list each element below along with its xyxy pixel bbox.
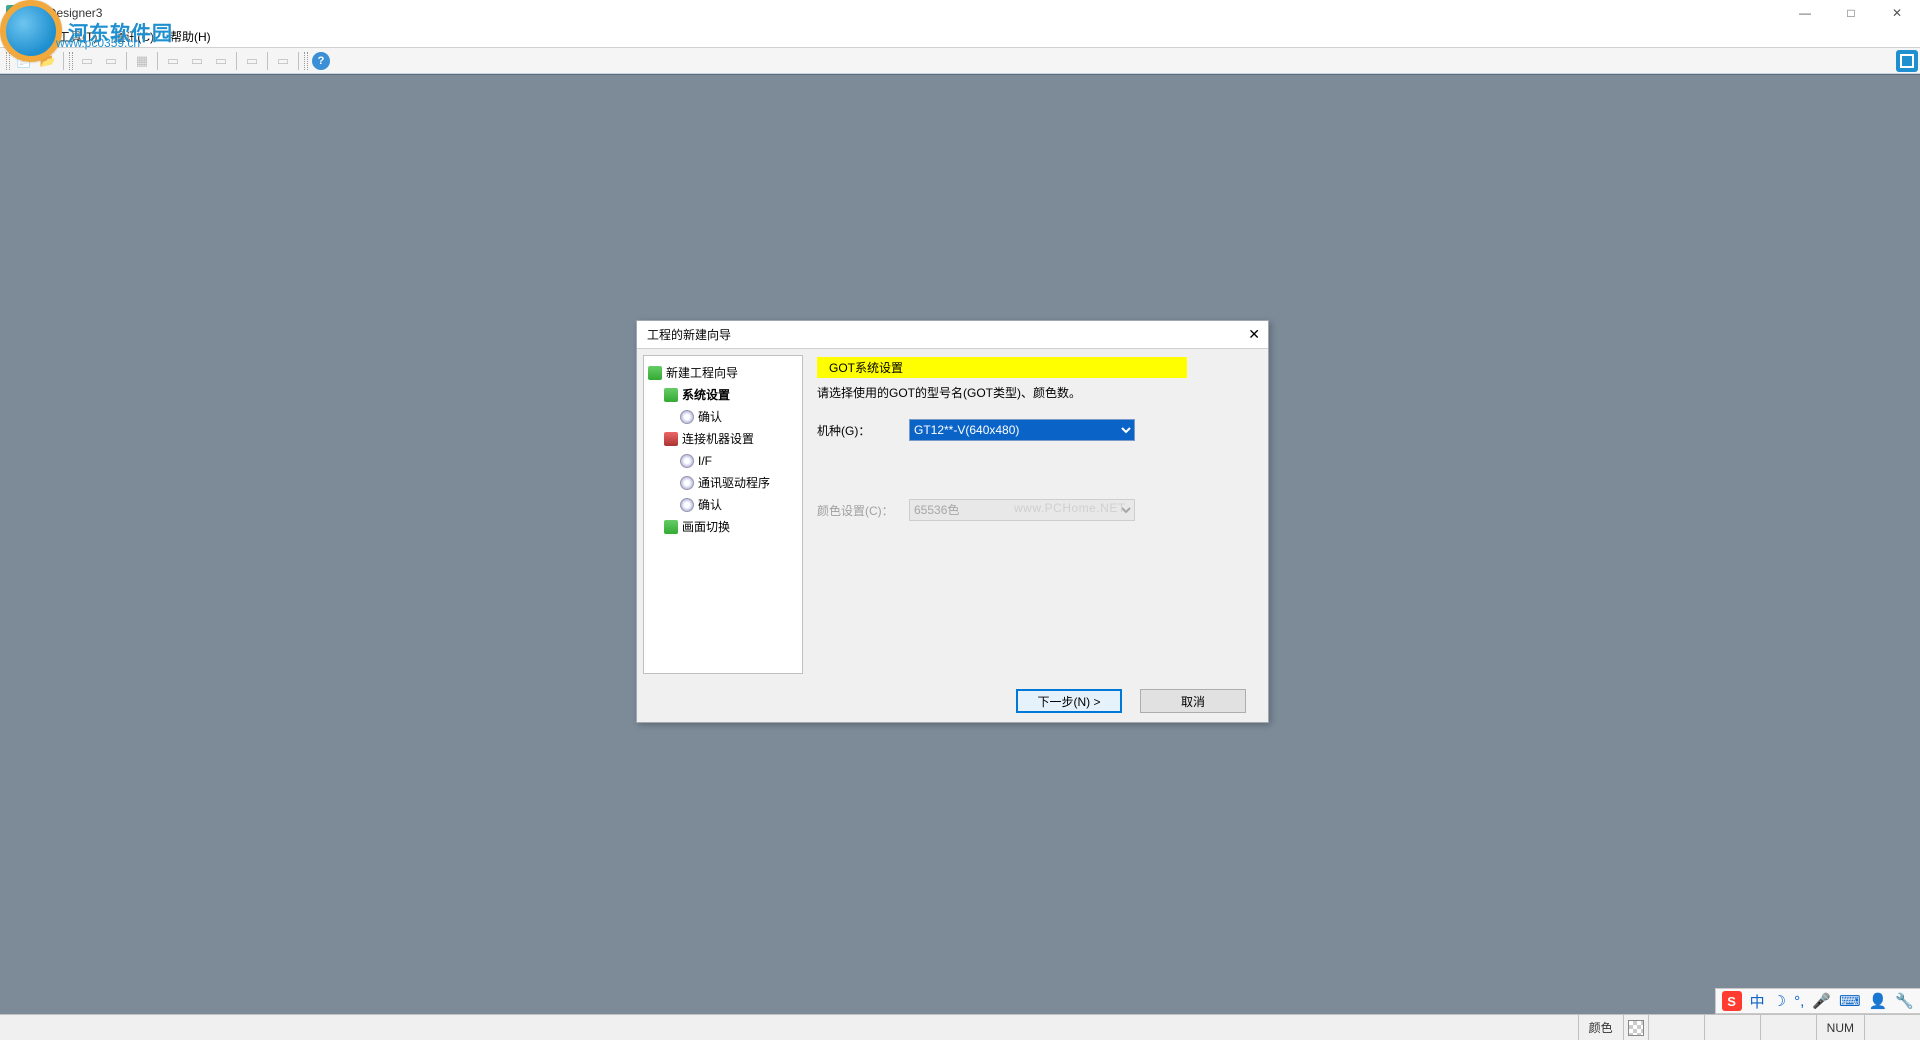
wizard-content-panel: GOT系统设置 请选择使用的GOT的型号名(GOT类型)、颜色数。 机种(G)：… <box>809 349 1268 680</box>
statusbar: 颜色 NUM <box>0 1014 1920 1040</box>
dialog-button-row: 下一步(N) > 取消 <box>637 680 1268 722</box>
maximize-button[interactable]: □ <box>1828 0 1874 26</box>
ime-user-icon[interactable]: 👤 <box>1869 992 1888 1010</box>
section-description: 请选择使用的GOT的型号名(GOT类型)、颜色数。 <box>817 384 1254 401</box>
tool-icon: ▭ <box>162 50 184 72</box>
section-header: GOT系统设置 <box>817 357 1187 378</box>
ime-tool-icon[interactable]: 🔧 <box>1895 992 1914 1010</box>
tree-connect-settings[interactable]: 连接机器设置 <box>648 428 798 450</box>
titlebar: GT Designer3 — □ ✕ <box>0 0 1920 26</box>
tool-icon: ▭ <box>272 50 294 72</box>
sogou-logo-icon[interactable]: S <box>1722 991 1742 1011</box>
dialog-close-icon[interactable]: ✕ <box>1248 326 1260 343</box>
next-button[interactable]: 下一步(N) > <box>1016 689 1122 713</box>
workspace-toggle-icon[interactable] <box>1896 50 1918 72</box>
status-color-swatch[interactable] <box>1623 1015 1648 1040</box>
menu-comm[interactable]: 通讯(C) <box>105 28 162 45</box>
tool-icon: ▭ <box>100 50 122 72</box>
new-project-wizard-dialog: 工程的新建向导 ✕ 新建工程向导 系统设置 确认 连接机器设置 I/F 通讯驱动… <box>636 320 1269 723</box>
ime-punct-icon[interactable]: °, <box>1794 993 1804 1010</box>
close-button[interactable]: ✕ <box>1874 0 1920 26</box>
app-icon <box>6 5 22 21</box>
status-empty-4 <box>1864 1015 1920 1040</box>
minimize-button[interactable]: — <box>1782 0 1828 26</box>
ime-toolbar[interactable]: S 中 ☽ °, 🎤 ⌨ 👤 🔧 <box>1715 988 1920 1014</box>
panel-watermark: www.PCHome.NET <box>1014 501 1126 515</box>
tool-icon: ▭ <box>210 50 232 72</box>
status-empty-1 <box>1648 1015 1704 1040</box>
tool-icon: ▦ <box>131 50 153 72</box>
app-title: GT Designer3 <box>28 6 102 20</box>
tree-confirm-1[interactable]: 确认 <box>648 406 798 428</box>
dialog-title-text: 工程的新建向导 <box>647 326 731 343</box>
ime-lang[interactable]: 中 <box>1750 991 1765 1012</box>
toolbar: 📄 📂 ▭ ▭ ▦ ▭ ▭ ▭ ▭ ▭ ? <box>0 48 1920 74</box>
model-label: 机种(G)： <box>817 422 909 439</box>
status-empty-2 <box>1704 1015 1760 1040</box>
tool-icon: ▭ <box>241 50 263 72</box>
new-icon[interactable]: 📄 <box>13 50 35 72</box>
menubar: 工具(T) 通讯(C) 帮助(H) <box>0 26 1920 48</box>
tree-if[interactable]: I/F <box>648 450 798 472</box>
tree-system-settings[interactable]: 系统设置 <box>648 384 798 406</box>
tree-confirm-2[interactable]: 确认 <box>648 494 798 516</box>
open-icon[interactable]: 📂 <box>37 50 59 72</box>
menu-tools[interactable]: 工具(T) <box>50 28 105 45</box>
ime-keyboard-icon[interactable]: ⌨ <box>1839 992 1861 1010</box>
ime-moon-icon[interactable]: ☽ <box>1773 992 1786 1010</box>
cancel-button[interactable]: 取消 <box>1140 689 1246 713</box>
tool-icon: ▭ <box>76 50 98 72</box>
menu-help[interactable]: 帮助(H) <box>162 28 219 45</box>
tree-root[interactable]: 新建工程向导 <box>648 362 798 384</box>
tree-comm-driver[interactable]: 通讯驱动程序 <box>648 472 798 494</box>
model-select[interactable]: GT12**-V(640x480) <box>909 419 1135 441</box>
dialog-titlebar: 工程的新建向导 ✕ <box>637 321 1268 349</box>
ime-mic-icon[interactable]: 🎤 <box>1812 992 1831 1010</box>
status-num: NUM <box>1816 1015 1864 1040</box>
help-icon[interactable]: ? <box>312 52 330 70</box>
color-label: 颜色设置(C)： <box>817 502 909 519</box>
wizard-tree: 新建工程向导 系统设置 确认 连接机器设置 I/F 通讯驱动程序 确认 画面切换 <box>643 355 803 674</box>
status-color-label: 颜色 <box>1578 1015 1623 1040</box>
tool-icon: ▭ <box>186 50 208 72</box>
tree-screen-switch[interactable]: 画面切换 <box>648 516 798 538</box>
status-empty-3 <box>1760 1015 1816 1040</box>
